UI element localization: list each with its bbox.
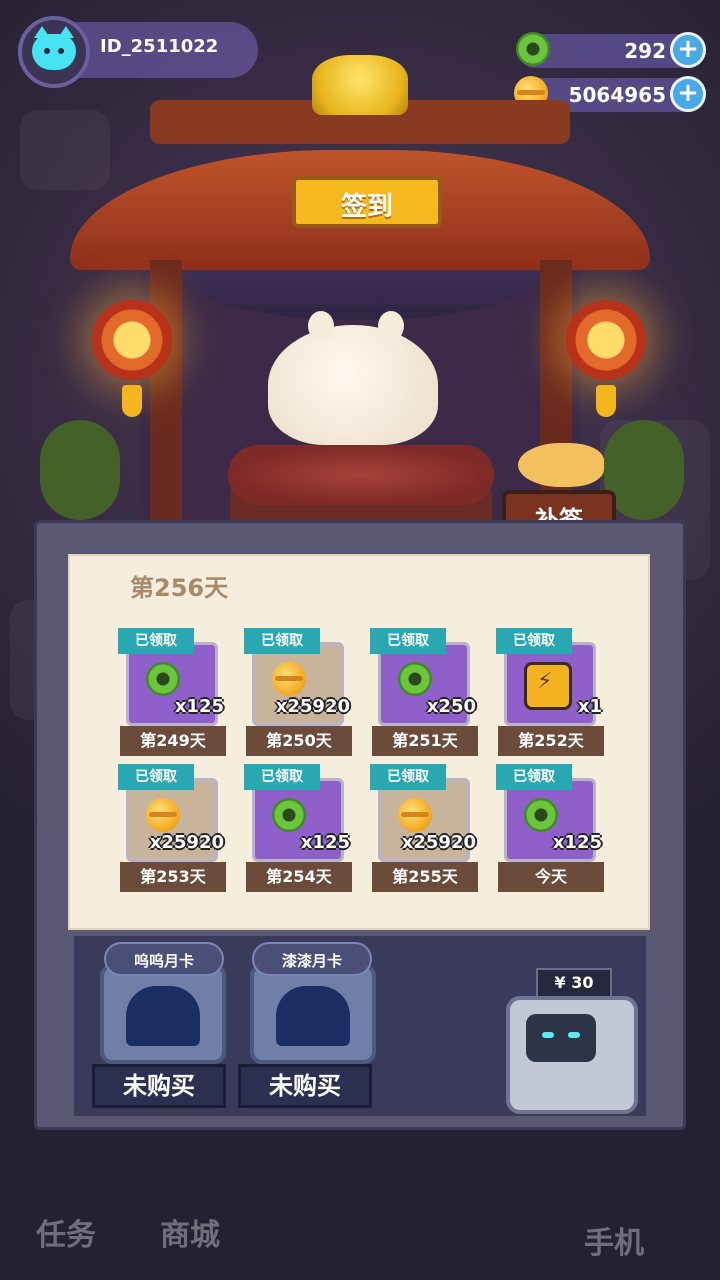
checkin-sign-label: 签到 (340, 192, 393, 222)
add-gold-button[interactable]: + (670, 76, 706, 112)
reward-day-label: 第254天 (246, 862, 352, 892)
gold-coin-icon (398, 798, 432, 832)
nav-phone[interactable]: 手机 (584, 1218, 644, 1262)
reward-quantity: x25920 (275, 696, 350, 717)
gold-coin-icon (272, 662, 306, 696)
monthly-card-name: 呜呜月卡 (104, 942, 224, 976)
reward-card[interactable]: 已领取 x1 第252天 (496, 628, 606, 756)
red-cushion (228, 445, 494, 505)
reward-day-label: 第249天 (120, 726, 226, 756)
vending-robot[interactable] (506, 996, 638, 1114)
price-display: ¥ 30 (536, 968, 612, 998)
jade-coin-icon (524, 798, 558, 832)
reward-quantity: x125 (300, 832, 350, 853)
reward-card[interactable]: 已领取 x250 第251天 (370, 628, 480, 756)
jade-coin-icon (398, 662, 432, 696)
reward-day-label: 第250天 (246, 726, 352, 756)
lantern-icon (92, 300, 172, 380)
reward-day-label: 第253天 (120, 862, 226, 892)
flower-bush (604, 420, 684, 520)
buy-monthly-card-button[interactable]: 未购买 (238, 1064, 372, 1108)
reward-quantity: x250 (426, 696, 476, 717)
lantern-icon (566, 300, 646, 380)
reward-quantity: x1 (577, 696, 602, 717)
claimed-badge: 已领取 (118, 628, 194, 654)
claimed-badge: 已领取 (118, 764, 194, 790)
current-day-title: 第256天 (130, 574, 229, 602)
jade-coin-icon (146, 662, 180, 696)
nav-store[interactable]: 商城 (160, 1210, 220, 1254)
reward-card[interactable]: 已领取 x125 第254天 (244, 764, 354, 892)
reward-quantity: x25920 (149, 832, 224, 853)
reward-quantity: x125 (552, 832, 602, 853)
lantern-tassel (596, 385, 616, 417)
claimed-badge: 已领取 (244, 628, 320, 654)
jade-amount: 292 (624, 39, 666, 63)
reward-quantity: x25920 (401, 832, 476, 853)
reward-quantity: x125 (174, 696, 224, 717)
reward-day-label: 第252天 (498, 726, 604, 756)
flower-bush (40, 420, 120, 520)
sleeping-bunny-character[interactable] (268, 311, 438, 445)
reward-card[interactable]: 已领取 x25920 第253天 (118, 764, 228, 892)
monthly-card-name: 漆漆月卡 (252, 942, 372, 976)
cat-avatar-icon (32, 26, 76, 70)
claimed-badge: 已领取 (496, 628, 572, 654)
battery-icon (524, 662, 572, 710)
monthly-card-slot[interactable] (100, 964, 226, 1064)
claimed-badge: 已领取 (370, 628, 446, 654)
reward-card[interactable]: 已领取 x125 第249天 (118, 628, 228, 756)
reward-day-label: 今天 (498, 862, 604, 892)
lantern-tassel (122, 385, 142, 417)
reward-card[interactable]: 已领取 x25920 第250天 (244, 628, 354, 756)
nav-tasks[interactable]: 任务 (36, 1210, 96, 1254)
gold-coin-icon (146, 798, 180, 832)
reward-card[interactable]: 已领取 x125 今天 (496, 764, 606, 892)
add-jade-button[interactable]: + (670, 32, 706, 68)
reward-card[interactable]: 已领取 x25920 第255天 (370, 764, 480, 892)
avatar[interactable] (18, 16, 90, 88)
reward-day-label: 第255天 (372, 862, 478, 892)
gold-ingot-icon (312, 55, 408, 115)
claimed-badge: 已领取 (244, 764, 320, 790)
jade-coin-icon (272, 798, 306, 832)
buy-monthly-card-button[interactable]: 未购买 (92, 1064, 226, 1108)
claimed-badge: 已领取 (370, 764, 446, 790)
player-id: ID_2511022 (100, 36, 219, 57)
claimed-badge: 已领取 (496, 764, 572, 790)
shrine-pillar-left (150, 260, 182, 550)
golden-fish-icon (518, 443, 604, 487)
reward-day-label: 第251天 (372, 726, 478, 756)
monthly-card-slot[interactable] (250, 964, 376, 1064)
